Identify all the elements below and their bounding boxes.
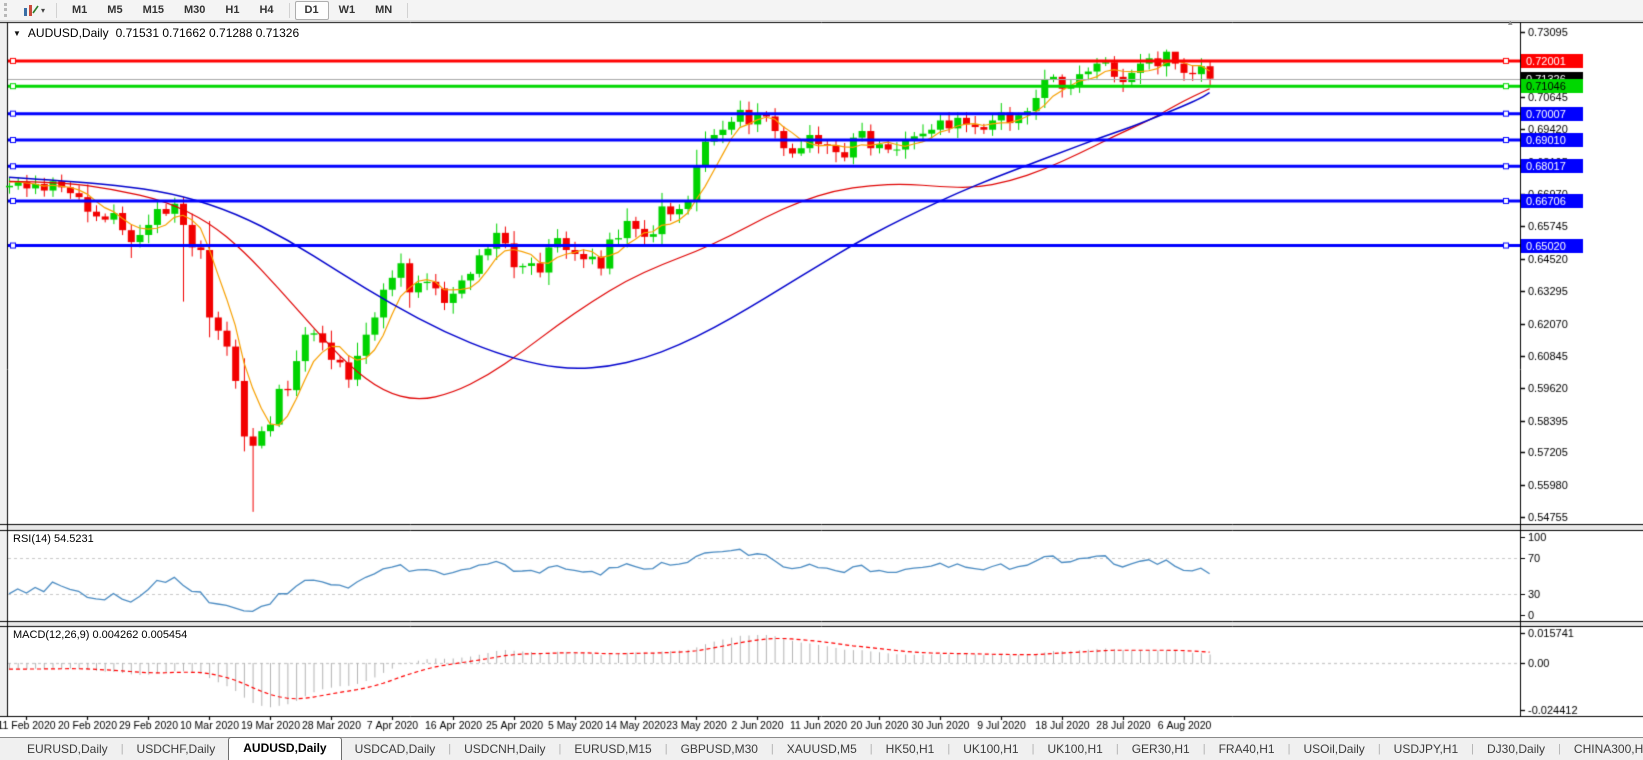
chart-tab-USDCHF-Daily[interactable]: USDCHF,Daily <box>124 739 229 760</box>
chart-tab-USDCAD-Daily[interactable]: USDCAD,Daily <box>342 739 449 760</box>
rsi-indicator-label: RSI(14) 54.5231 <box>13 533 94 545</box>
chart-tab-EURUSD-Daily[interactable]: EURUSD,Daily <box>14 739 121 760</box>
chart-tab-FRA40-H1[interactable]: FRA40,H1 <box>1206 739 1288 760</box>
collapse-arrow-icon[interactable]: ▼ <box>13 29 21 38</box>
toolbar-separator <box>407 3 408 18</box>
chart-tab-USDCNH-Daily[interactable]: USDCNH,Daily <box>451 739 558 760</box>
chart-tab-UK100-H1[interactable]: UK100,H1 <box>1034 739 1115 760</box>
timeframe-button-D1[interactable]: D1 <box>295 1 329 20</box>
timeframe-button-H1[interactable]: H1 <box>215 1 249 20</box>
chart-tab-GBPUSD-M30[interactable]: GBPUSD,M30 <box>668 739 771 760</box>
new-chart-icon[interactable] <box>23 3 39 17</box>
chart-tab-XAUUSD-M5[interactable]: XAUUSD,M5 <box>774 739 870 760</box>
chart-tab-AUDUSD-Daily[interactable]: AUDUSD,Daily <box>228 737 341 760</box>
timeframe-button-M30[interactable]: M30 <box>174 1 215 20</box>
toolbar-separator <box>289 3 290 18</box>
timeframe-button-MN[interactable]: MN <box>365 1 402 20</box>
toolbar-separator <box>56 3 57 18</box>
chart-tab-EURUSD-M15[interactable]: EURUSD,M15 <box>561 739 664 760</box>
chart-ohlc-values: 0.71531 0.71662 0.71288 0.71326 <box>116 26 300 40</box>
chart-dropdown-arrow-icon[interactable]: ▾ <box>41 6 45 15</box>
macd-indicator-label: MACD(12,26,9) 0.004262 0.005454 <box>13 629 187 641</box>
chart-tab-UK100-H1[interactable]: UK100,H1 <box>950 739 1031 760</box>
chart-tab-DJ30-Daily[interactable]: DJ30,Daily <box>1474 739 1558 760</box>
timeframe-buttons: M1M5M15M30H1H4 D1W1MN <box>62 1 413 20</box>
chart-tab-CHINA300-H4[interactable]: CHINA300,H4 <box>1561 739 1643 760</box>
toolbar-grip[interactable] <box>4 3 11 17</box>
timeframe-button-H4[interactable]: H4 <box>249 1 283 20</box>
timeframe-button-M1[interactable]: M1 <box>62 1 97 20</box>
chart-symbol-label: AUDUSD,Daily <box>28 26 109 40</box>
timeframe-toolbar: ▾ M1M5M15M30H1H4 D1W1MN <box>0 0 1643 21</box>
timeframe-button-W1[interactable]: W1 <box>329 1 366 20</box>
chart-tab-USOil-Daily[interactable]: USOil,Daily <box>1290 739 1377 760</box>
chart-tab-USDJPY-H1[interactable]: USDJPY,H1 <box>1381 739 1471 760</box>
chart-title: ▼ AUDUSD,Daily 0.71531 0.71662 0.71288 0… <box>13 26 299 40</box>
timeframe-button-M15[interactable]: M15 <box>133 1 174 20</box>
chart-tab-bar: EURUSD,Daily|USDCHF,DailyAUDUSD,DailyUSD… <box>0 737 1643 760</box>
price-chart-canvas[interactable] <box>0 0 1643 737</box>
chart-tab-GER30-H1[interactable]: GER30,H1 <box>1119 739 1203 760</box>
timeframe-button-M5[interactable]: M5 <box>97 1 132 20</box>
chart-tab-HK50-H1[interactable]: HK50,H1 <box>873 739 948 760</box>
